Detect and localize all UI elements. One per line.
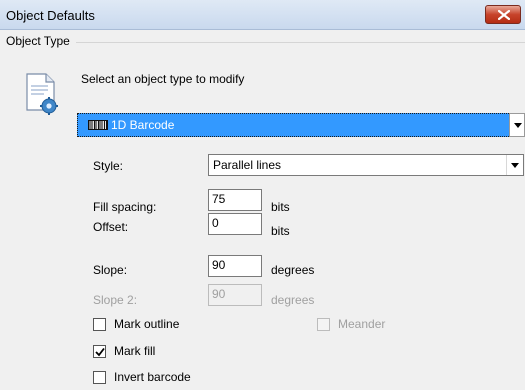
object-type-group-label: Object Type (6, 34, 70, 48)
chevron-down-icon (511, 163, 519, 168)
mark-outline-label[interactable]: Mark outline (114, 317, 179, 331)
group-divider (76, 42, 525, 43)
close-icon (498, 10, 510, 20)
fill-spacing-unit: bits (271, 200, 290, 214)
object-type-selected: 1D Barcode (111, 118, 175, 132)
offset-label: Offset: (93, 220, 129, 234)
checkmark-icon (95, 347, 105, 357)
document-settings-icon (26, 73, 58, 115)
barcode-icon (88, 120, 108, 130)
close-button[interactable] (485, 5, 521, 24)
meander-checkbox (317, 318, 330, 331)
window-title: Object Defaults (6, 8, 95, 23)
slope2-unit: degrees (271, 293, 315, 307)
meander-label: Meander (338, 317, 386, 331)
fill-spacing-label: Fill spacing: (93, 200, 157, 214)
object-type-dropdown-button[interactable] (509, 113, 525, 137)
style-dropdown-button[interactable] (506, 155, 523, 175)
offset-input[interactable]: 0 (208, 213, 262, 235)
fill-spacing-input[interactable]: 75 (208, 189, 262, 211)
style-dropdown[interactable]: Parallel lines (208, 154, 524, 176)
chevron-down-icon (514, 123, 522, 128)
mark-fill-checkbox[interactable] (93, 345, 106, 358)
select-type-prompt: Select an object type to modify (81, 72, 245, 86)
style-label: Style: (93, 159, 124, 173)
invert-barcode-checkbox[interactable] (93, 371, 106, 384)
invert-barcode-label[interactable]: Invert barcode (114, 370, 191, 384)
slope2-value: 90 (212, 287, 226, 301)
slope2-input: 90 (208, 284, 262, 306)
offset-unit: bits (271, 224, 290, 238)
offset-value: 0 (212, 216, 219, 230)
slope2-label: Slope 2: (93, 293, 138, 307)
object-type-combobox[interactable]: 1D Barcode (77, 113, 517, 137)
title-bar: Object Defaults (0, 0, 525, 30)
slope-unit: degrees (271, 263, 315, 277)
mark-outline-checkbox[interactable] (93, 318, 106, 331)
fill-spacing-value: 75 (212, 192, 226, 206)
slope-label: Slope: (93, 263, 128, 277)
dialog-body (0, 30, 525, 390)
slope-input[interactable]: 90 (208, 255, 262, 277)
style-value: Parallel lines (213, 158, 282, 172)
slope-value: 90 (212, 258, 226, 272)
mark-fill-label[interactable]: Mark fill (114, 344, 155, 358)
